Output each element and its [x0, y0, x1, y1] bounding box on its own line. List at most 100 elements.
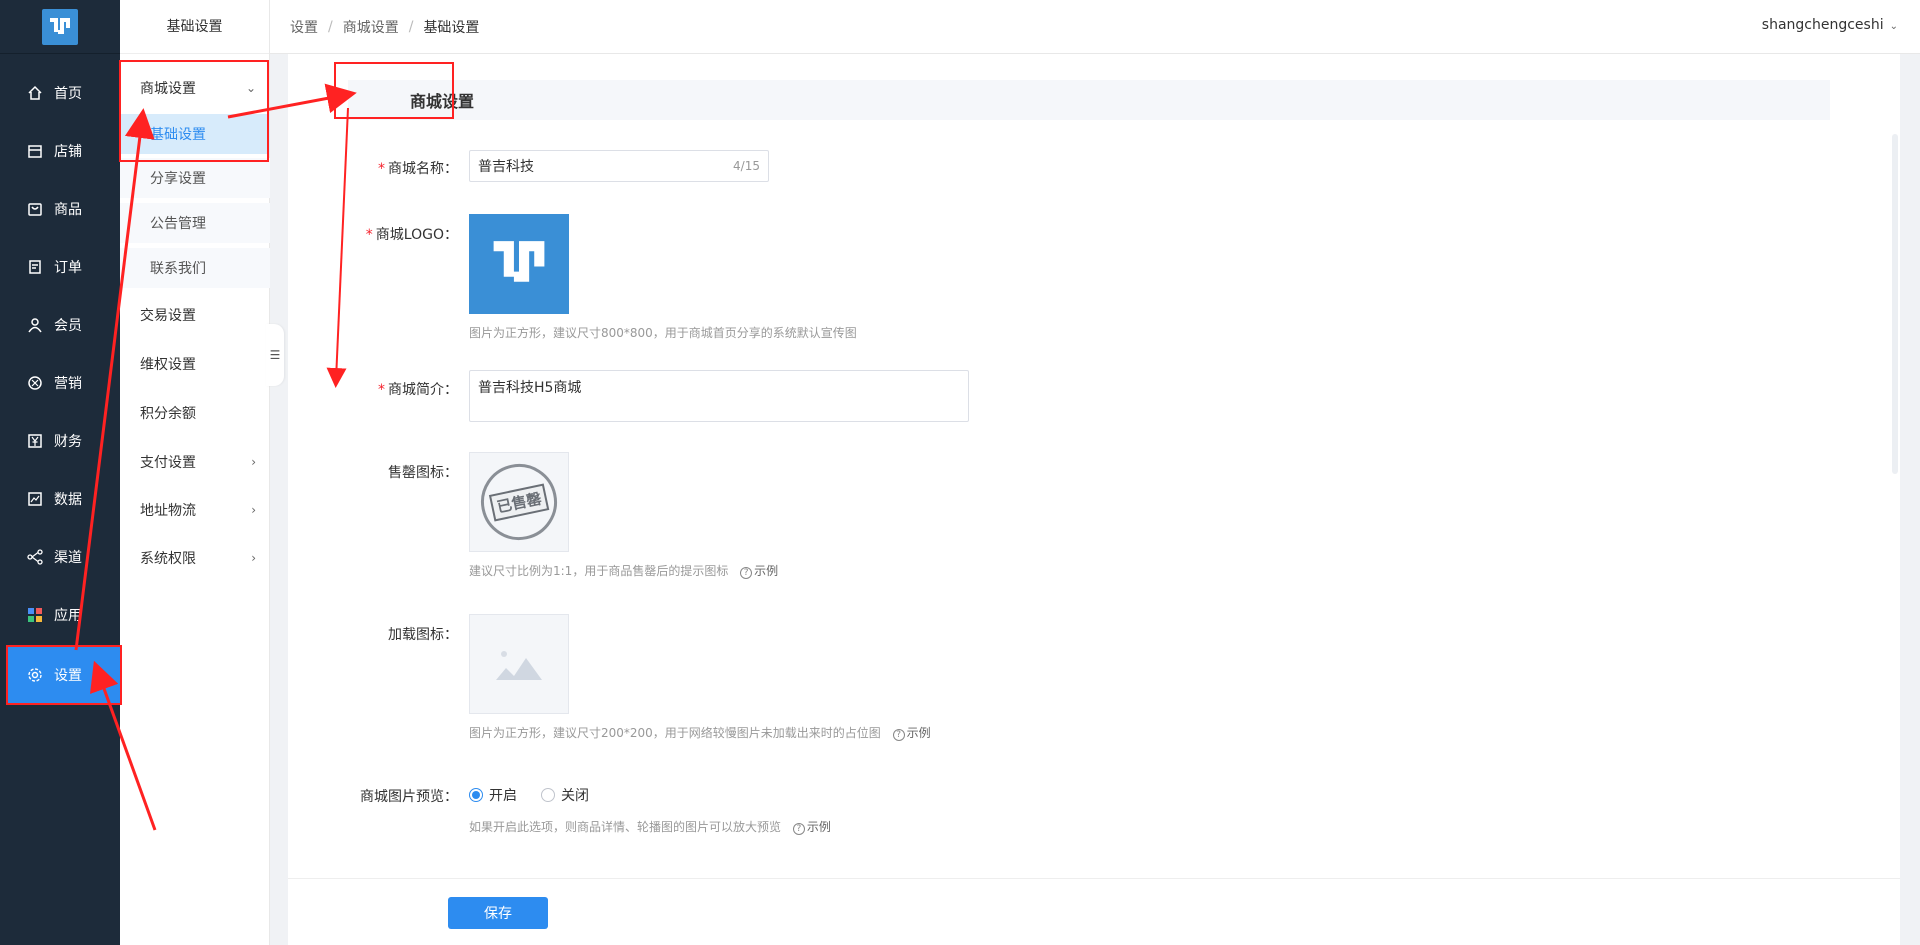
nav-item-finance[interactable]: 财务	[0, 412, 120, 470]
mall-intro-value: 普吉科技H5商城	[478, 380, 582, 396]
nav-item-label: 订单	[54, 260, 82, 276]
breadcrumb: 设置 / 商城设置 / 基础设置	[290, 17, 479, 37]
sub-item-label: 支付设置	[140, 455, 196, 471]
sub-item-label: 交易设置	[140, 308, 196, 324]
nav-item-channels[interactable]: 渠道	[0, 528, 120, 586]
nav-item-members[interactable]: 会员	[0, 296, 120, 354]
image-preview-radio-group: 开启 关闭	[469, 785, 613, 805]
soldout-icon-label: 售罄图标：	[388, 465, 458, 481]
loading-hint: 图片为正方形，建议尺寸200*200，用于网络较慢图片未加载出来时的占位图 ? 示…	[469, 726, 931, 741]
soldout-icon-upload[interactable]: 已售罄	[469, 452, 569, 552]
chevron-right-icon: ›	[251, 551, 256, 565]
nav-item-label: 首页	[54, 86, 82, 102]
form-footer: 保存	[288, 878, 1900, 945]
example-link[interactable]: ? 示例	[740, 564, 778, 579]
chevron-right-icon: ›	[251, 455, 256, 469]
order-icon	[26, 258, 44, 276]
char-counter: 4/15	[733, 159, 760, 173]
sub-item-label: 系统权限	[140, 551, 196, 567]
sub-item-rights-settings[interactable]: 维权设置	[120, 344, 270, 384]
logo-hint: 图片为正方形，建议尺寸800*800，用于商城首页分享的系统默认宣传图	[469, 326, 857, 340]
sub-item-system-permissions[interactable]: 系统权限 ›	[120, 538, 270, 578]
sub-item-points-balance[interactable]: 积分余额	[120, 393, 270, 433]
sub-item-trade-settings[interactable]: 交易设置	[120, 295, 270, 335]
chart-icon	[26, 490, 44, 508]
nav-item-home[interactable]: 首页	[0, 64, 120, 122]
apps-icon	[26, 606, 44, 624]
mall-name-value: 普吉科技	[478, 159, 534, 175]
breadcrumb-separator: /	[408, 18, 414, 35]
chevron-down-icon: ⌄	[1889, 21, 1898, 32]
share-icon	[26, 548, 44, 566]
mall-logo-label: * 商城LOGO：	[365, 227, 458, 243]
nav-item-data[interactable]: 数据	[0, 470, 120, 528]
chevron-right-icon: ›	[251, 503, 256, 517]
radio-dot	[541, 788, 555, 802]
breadcrumb-separator: /	[328, 18, 333, 35]
example-link[interactable]: ? 示例	[892, 726, 931, 741]
breadcrumb-item: 基础设置	[423, 19, 480, 36]
yuan-icon	[26, 432, 44, 450]
mall-logo-upload[interactable]	[469, 214, 569, 314]
sub-item-label: 积分余额	[140, 406, 196, 422]
sub-item-label: 联系我们	[150, 261, 206, 277]
soldout-stamp-icon: 已售罄	[473, 456, 565, 548]
nav-item-label: 店铺	[54, 144, 82, 160]
question-icon: ?	[892, 729, 905, 741]
nav-item-label: 应用	[54, 608, 82, 624]
bag-icon	[26, 200, 44, 218]
mall-name-label: * 商城名称：	[378, 161, 458, 177]
sub-item-contact-us[interactable]: 联系我们	[120, 248, 270, 288]
radio-dot	[469, 788, 483, 802]
preview-hint: 如果开启此选项，则商品详情、轮播图的图片可以放大预览 ? 示例	[469, 820, 831, 835]
nav-item-label: 营销	[54, 376, 82, 392]
username: shangchengceshi	[1761, 17, 1884, 33]
save-button[interactable]: 保存	[448, 897, 548, 929]
app-logo[interactable]	[0, 0, 120, 54]
sub-sidebar-title: 基础设置	[120, 0, 269, 54]
nav-item-label: 财务	[54, 434, 82, 450]
annotation-box-settings	[6, 645, 122, 705]
question-icon: ?	[792, 823, 805, 835]
logo-icon	[42, 8, 78, 45]
menu-icon: ☰	[269, 348, 281, 362]
main-nav: 首页 店铺 商品 订单 会员 营销 财务 数据 渠道 应用 设置	[0, 0, 120, 945]
marketing-icon	[26, 374, 44, 392]
breadcrumb-item[interactable]: 设置	[290, 17, 318, 37]
soldout-hint: 建议尺寸比例为1:1，用于商品售罄后的提示图标 ? 示例	[469, 564, 779, 579]
breadcrumb-item[interactable]: 商城设置	[343, 17, 399, 37]
sub-item-share-settings[interactable]: 分享设置	[120, 158, 270, 198]
nav-item-orders[interactable]: 订单	[0, 238, 120, 296]
section-header: 商城设置	[348, 80, 1830, 120]
sub-item-payment-settings[interactable]: 支付设置 ›	[120, 442, 270, 482]
question-icon: ?	[740, 567, 753, 579]
nav-item-label: 数据	[54, 492, 82, 508]
image-placeholder-icon	[496, 651, 542, 680]
nav-item-marketing[interactable]: 营销	[0, 354, 120, 412]
nav-item-label: 商品	[54, 202, 82, 218]
user-menu[interactable]: shangchengceshi ⌄	[1762, 17, 1898, 33]
home-icon	[26, 84, 44, 102]
mall-intro-textarea[interactable]: 普吉科技H5商城	[469, 370, 969, 422]
nav-item-store[interactable]: 店铺	[0, 122, 120, 180]
sub-item-label: 地址物流	[140, 503, 196, 519]
sub-item-address-logistics[interactable]: 地址物流 ›	[120, 490, 270, 530]
sub-item-announcements[interactable]: 公告管理	[120, 203, 270, 243]
loading-icon-upload[interactable]	[469, 614, 569, 714]
nav-item-goods[interactable]: 商品	[0, 180, 120, 238]
logo-icon	[493, 241, 545, 282]
vertical-scrollbar[interactable]	[1892, 134, 1898, 474]
user-icon	[26, 316, 44, 334]
top-header: 设置 / 商城设置 / 基础设置 shangchengceshi ⌄	[270, 0, 1920, 54]
image-preview-label: 商城图片预览：	[360, 789, 458, 805]
example-link[interactable]: ? 示例	[792, 820, 831, 835]
preview-off-radio[interactable]: 关闭	[541, 785, 589, 805]
annotation-box-mall-settings	[119, 60, 269, 162]
mall-intro-label: * 商城简介：	[378, 382, 458, 398]
collapse-sidebar-handle[interactable]: ☰	[266, 324, 284, 386]
preview-on-radio[interactable]: 开启	[469, 785, 517, 805]
sub-item-label: 公告管理	[150, 216, 206, 232]
nav-item-apps[interactable]: 应用	[0, 586, 120, 644]
main-content: 商城设置 * 商城名称： 普吉科技 4/15 * 商城LOGO： 图片为正方形，建议…	[288, 54, 1900, 945]
mall-name-input[interactable]: 普吉科技 4/15	[469, 150, 769, 182]
